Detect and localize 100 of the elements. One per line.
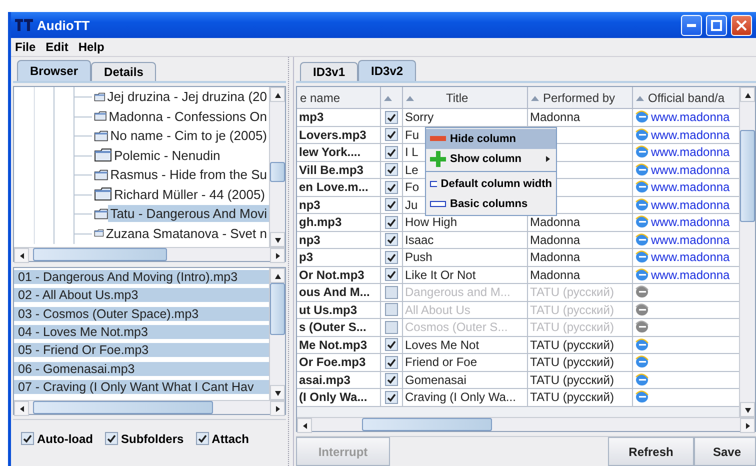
minimize-button[interactable] xyxy=(681,14,702,36)
tab[interactable]: ID3v2 xyxy=(358,60,416,81)
column-header[interactable]: Title xyxy=(403,87,528,109)
scroll-button[interactable] xyxy=(270,268,285,283)
scroll-button[interactable] xyxy=(270,87,285,102)
row-checkbox[interactable] xyxy=(385,146,398,159)
scroll-button[interactable] xyxy=(270,401,285,416)
vertical-scrollbar[interactable] xyxy=(269,87,285,247)
checkbox-label[interactable]: Subfolders xyxy=(121,432,184,446)
website-link[interactable]: www.madonna xyxy=(651,232,730,247)
table-cell: TATU (русский) xyxy=(528,389,633,406)
folder-icon xyxy=(94,109,107,124)
horizontal-scrollbar[interactable] xyxy=(297,417,755,431)
file-name[interactable]: 06 - Gomenasai.mp3 xyxy=(14,362,269,376)
website-link[interactable]: www.madonna xyxy=(651,268,730,282)
row-checkbox[interactable] xyxy=(385,268,398,282)
row-checkbox[interactable] xyxy=(385,373,398,386)
row-checkbox[interactable] xyxy=(385,303,398,316)
plus-icon xyxy=(430,151,446,167)
row-checkbox[interactable] xyxy=(385,163,398,176)
arrow-icon xyxy=(274,90,282,98)
website-link[interactable]: www.madonna xyxy=(651,198,730,212)
tree-line xyxy=(34,126,94,146)
checkbox[interactable] xyxy=(196,432,209,445)
scroll-button[interactable] xyxy=(740,87,755,102)
table-cell: Vill Be.mp3 xyxy=(297,162,381,179)
folder-name[interactable]: Madonna - Confessions On xyxy=(106,108,269,125)
close-button[interactable] xyxy=(731,14,752,36)
website-link[interactable]: www.madonna xyxy=(651,145,730,160)
scroll-button[interactable] xyxy=(14,248,29,263)
checkbox[interactable] xyxy=(21,432,34,445)
website-link[interactable]: www.madonna xyxy=(651,215,730,230)
file-name[interactable]: 04 - Loves Me Not.mp3 xyxy=(14,325,269,340)
website-link[interactable]: www.madonna xyxy=(651,162,730,177)
scrollbar-thumb[interactable] xyxy=(740,130,755,222)
file-name[interactable]: 01 - Dangerous And Moving (Intro).mp3 xyxy=(14,270,269,284)
folder-name[interactable]: No name - Cim to je (2005) xyxy=(108,127,269,144)
file-name[interactable]: 05 - Friend Or Foe.mp3 xyxy=(14,343,269,358)
row-checkbox[interactable] xyxy=(385,390,398,404)
file-name[interactable]: 02 - All About Us.mp3 xyxy=(14,288,269,302)
row-checkbox[interactable] xyxy=(385,216,398,229)
table-cell: Friend or Foe xyxy=(403,354,528,372)
row-checkbox[interactable] xyxy=(385,320,398,334)
folder-name[interactable]: Richard Müller - 44 (2005) xyxy=(112,186,268,203)
scroll-button[interactable] xyxy=(270,232,285,247)
column-header[interactable]: Performed by xyxy=(528,87,633,109)
scrollbar-thumb[interactable] xyxy=(33,401,213,414)
folder-name[interactable]: Zuzana Smatanova - Svet n xyxy=(104,224,269,242)
vertical-scrollbar[interactable] xyxy=(739,87,755,417)
tab[interactable]: ID3v1 xyxy=(300,62,358,81)
row-checkbox[interactable] xyxy=(385,128,398,142)
row-checkbox[interactable] xyxy=(385,180,398,194)
row-checkbox[interactable] xyxy=(385,198,398,212)
tree-line xyxy=(34,224,94,244)
scrollbar-thumb[interactable] xyxy=(270,162,285,182)
row-checkbox[interactable] xyxy=(385,250,398,264)
scroll-button[interactable] xyxy=(270,385,285,400)
tab[interactable]: Details xyxy=(91,62,156,81)
file-name[interactable]: 07 - Craving (I Only Want What I Cant Hav xyxy=(14,380,269,394)
maximize-button[interactable] xyxy=(706,14,727,36)
folder-name[interactable]: Jej druzina - Jej druzina (20 xyxy=(105,88,269,106)
tab[interactable]: Browser xyxy=(17,60,92,81)
scroll-button[interactable] xyxy=(740,402,755,417)
scroll-button[interactable] xyxy=(270,248,285,263)
menu-item[interactable]: Show column xyxy=(426,149,556,169)
checkbox-label[interactable]: Auto-load xyxy=(37,432,93,446)
action-button[interactable]: Save xyxy=(694,437,756,466)
row-checkbox[interactable] xyxy=(385,338,398,352)
website-link[interactable]: www.madonna xyxy=(651,128,730,142)
scrollbar-thumb[interactable] xyxy=(362,418,492,431)
row-checkbox[interactable] xyxy=(385,233,398,246)
table-cell: Madonna xyxy=(528,249,633,266)
scroll-button[interactable] xyxy=(14,401,29,416)
row-checkbox[interactable] xyxy=(385,110,398,124)
folder-icon xyxy=(94,187,112,202)
column-header[interactable]: e name xyxy=(297,87,381,109)
checkbox-label[interactable]: Attach xyxy=(212,432,250,446)
website-link[interactable]: www.madonna xyxy=(651,250,730,264)
menu-item[interactable]: Hide column xyxy=(426,129,556,149)
table-cell: Madonna xyxy=(528,214,633,232)
menu-item[interactable]: File xyxy=(15,40,36,54)
scrollbar-thumb[interactable] xyxy=(270,283,285,335)
row-checkbox[interactable] xyxy=(385,286,398,299)
scrollbar-thumb[interactable] xyxy=(33,248,167,261)
website-link[interactable]: www.madonna xyxy=(651,180,730,194)
menu-item[interactable]: Help xyxy=(78,40,104,54)
action-button[interactable]: Refresh xyxy=(608,437,694,466)
row-checkbox[interactable] xyxy=(385,356,398,369)
folder-name[interactable]: Polemic - Nenudin xyxy=(112,146,222,164)
folder-name[interactable]: Tatu - Dangerous And Movi xyxy=(108,205,269,222)
horizontal-scrollbar[interactable] xyxy=(14,400,285,414)
scroll-button[interactable] xyxy=(297,418,312,433)
file-name[interactable]: 03 - Cosmos (Outer Space).mp3 xyxy=(14,306,269,321)
horizontal-scrollbar[interactable] xyxy=(14,247,285,261)
scroll-button[interactable] xyxy=(740,418,755,433)
menu-item[interactable]: Edit xyxy=(46,40,68,54)
vertical-scrollbar[interactable] xyxy=(269,268,285,400)
folder-name[interactable]: Rasmus - Hide from the Su xyxy=(108,166,269,184)
checkbox[interactable] xyxy=(105,432,118,445)
website-link[interactable]: www.madonna xyxy=(651,110,730,124)
